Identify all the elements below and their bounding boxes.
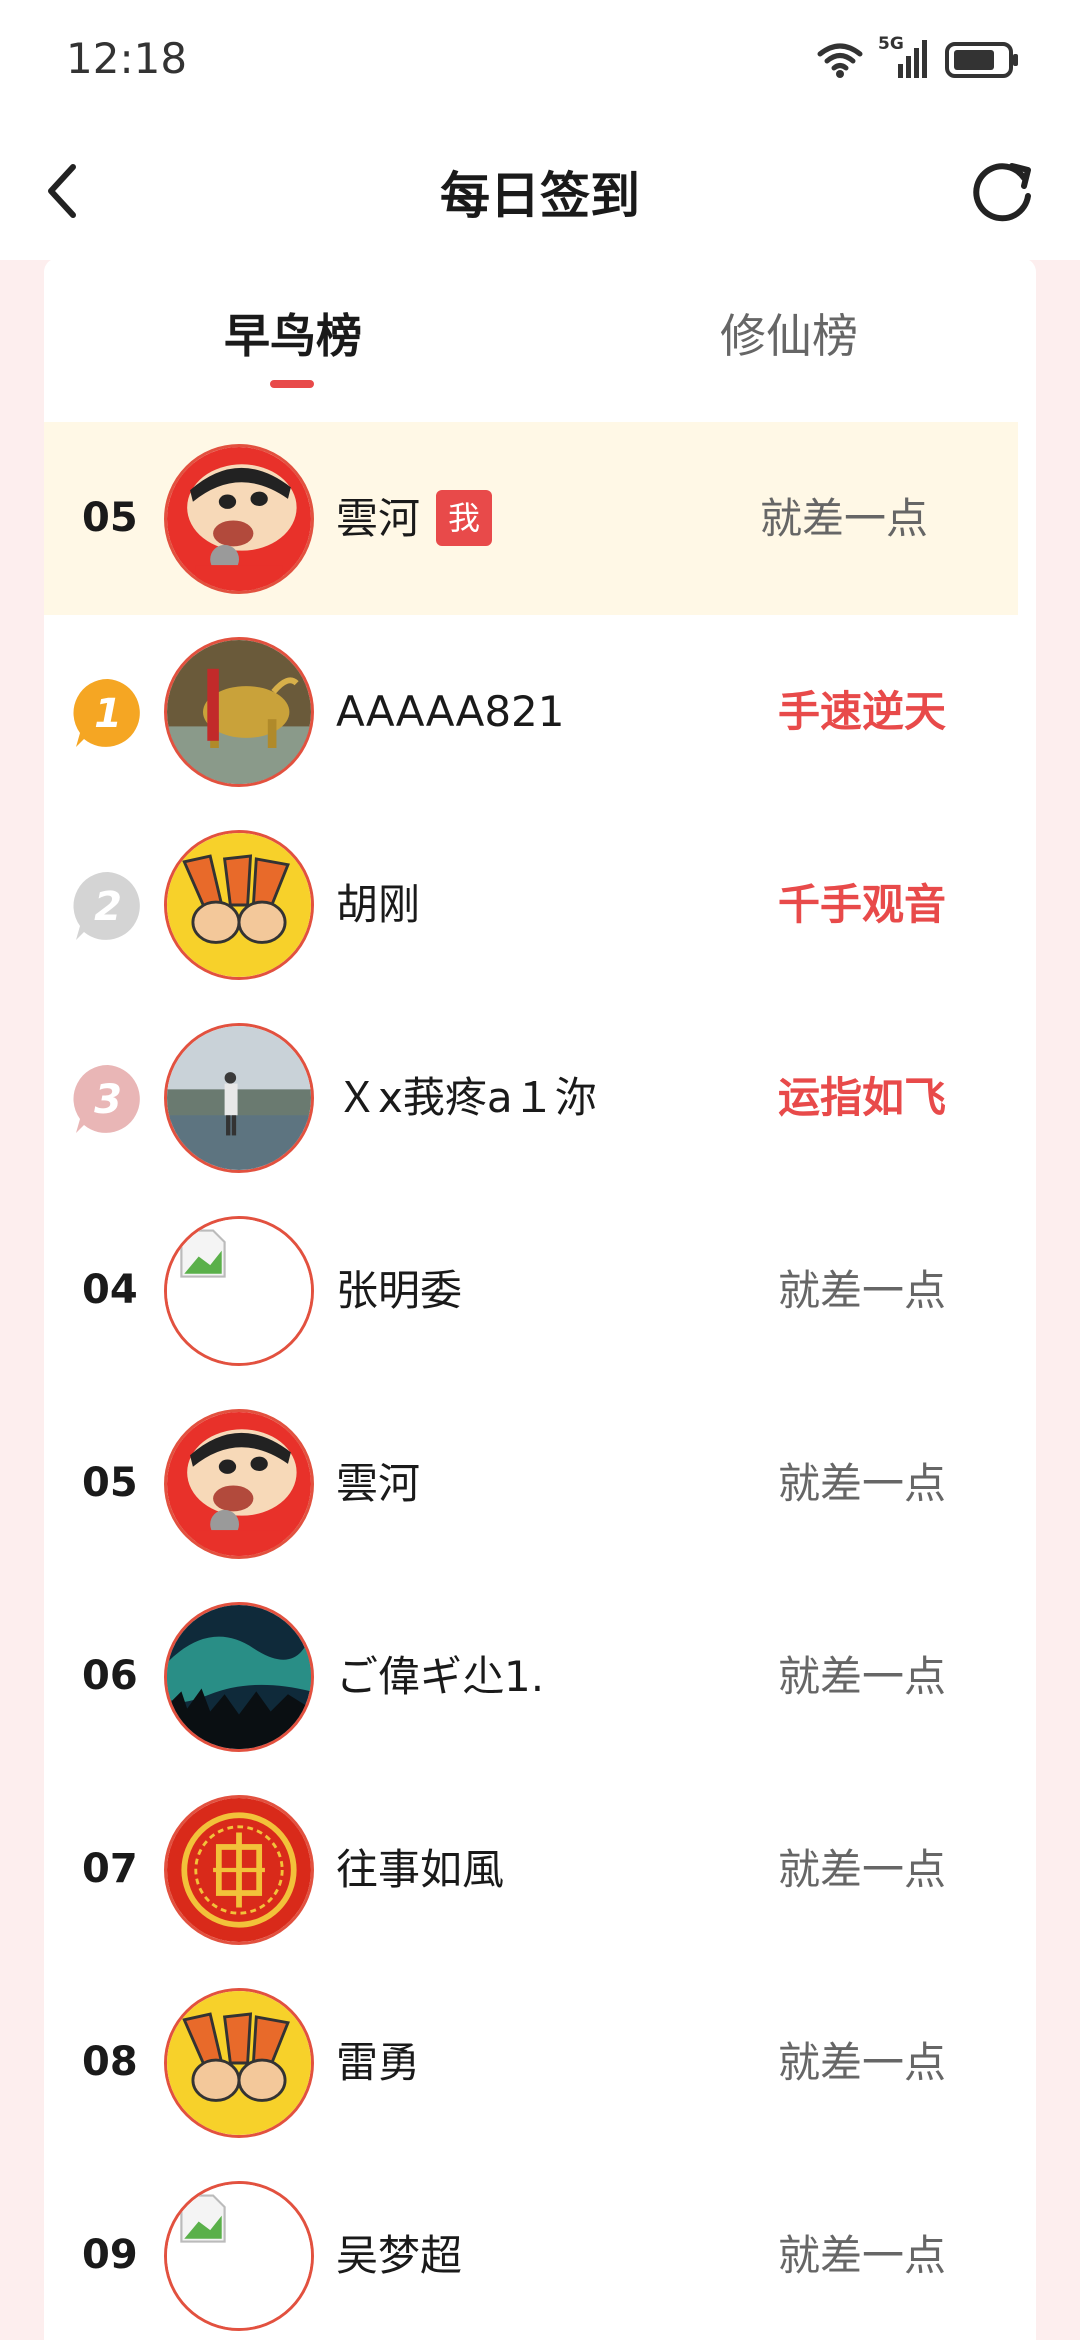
page-title: 每日签到 xyxy=(440,167,640,225)
silver-medal-2-icon: 2 xyxy=(73,871,140,940)
status-time: 12:18 xyxy=(66,34,188,83)
list-item[interactable]: 06 ご偉ギ尐1. 就差一点 xyxy=(44,1580,1036,1773)
user-name-text: 雲河 xyxy=(336,494,421,543)
user-name: 雲河我 xyxy=(336,422,493,615)
list-item[interactable]: 05 雲河 就差一点 xyxy=(44,1387,1036,1580)
lake-person-avatar[interactable] xyxy=(164,1023,314,1173)
victory-hands-avatar[interactable] xyxy=(164,1988,314,2138)
user-name: AAAAA821 xyxy=(336,687,565,736)
tab-bar: 早鸟榜 修仙榜 xyxy=(44,258,1036,408)
tab-indicator xyxy=(270,380,314,388)
status-bar: 12:18 5G xyxy=(0,0,1080,120)
cartoon-boy-avatar[interactable] xyxy=(164,444,314,594)
red-seal-avatar[interactable] xyxy=(164,1795,314,1945)
list-item[interactable]: 04 张明委 就差一点 xyxy=(44,1194,1036,1387)
status-icons: 5G xyxy=(816,34,1020,82)
battery-icon xyxy=(945,42,1018,78)
rank-number: 07 xyxy=(82,1846,138,1892)
svg-text:3: 3 xyxy=(94,1077,122,1123)
list-item[interactable]: 08 雷勇 就差一点 xyxy=(44,1966,1036,2159)
user-name: 往事如風 xyxy=(336,1845,505,1894)
list-item[interactable]: 07 往事如風 就差一点 xyxy=(44,1773,1036,1966)
user-name: ご偉ギ尐1. xyxy=(336,1652,545,1701)
svg-text:2: 2 xyxy=(94,884,122,930)
wifi-icon xyxy=(817,43,863,78)
rank-status: 就差一点 xyxy=(777,1266,946,1315)
rank-status: 就差一点 xyxy=(777,1845,946,1894)
cellular-icon: 5G xyxy=(878,34,930,82)
tab-early-bird[interactable]: 早鸟榜 xyxy=(224,300,362,366)
tab-cultivation[interactable]: 修仙榜 xyxy=(720,300,858,366)
rank-number: 04 xyxy=(82,1267,138,1313)
rank-status: 就差一点 xyxy=(777,2231,946,2280)
victory-hands-avatar[interactable] xyxy=(164,830,314,980)
user-name: 张明委 xyxy=(336,1266,463,1315)
rank-number: 05 xyxy=(82,1460,138,1506)
golden-bull-avatar[interactable] xyxy=(164,637,314,787)
rank-number: 08 xyxy=(82,2039,138,2085)
refresh-button[interactable] xyxy=(964,152,1042,230)
broken-image-avatar[interactable] xyxy=(164,2181,314,2331)
user-name: Ｘx莪疼a１沵 xyxy=(336,1073,597,1122)
user-name: 胡刚 xyxy=(336,880,421,929)
rank-status: 手速逆天 xyxy=(777,687,946,736)
refresh-icon xyxy=(973,163,1031,222)
list-item[interactable]: 3 Ｘx莪疼a１沵 运指如飞 xyxy=(44,1001,1036,1194)
list-item[interactable]: 09 吴梦超 就差一点 xyxy=(44,2159,1036,2340)
rank-status: 就差一点 xyxy=(777,1652,946,1701)
list-item[interactable]: 1 AAAAA821 手速逆天 xyxy=(44,615,1036,808)
rank-status: 千手观音 xyxy=(777,880,946,929)
ranking-list: 05 雲河我 就差一点 1 AAAAA821 手速逆天 2 胡刚 千手观音 3 … xyxy=(44,422,1036,2340)
rank-status: 就差一点 xyxy=(777,1459,946,1508)
rank-number: 09 xyxy=(82,2232,138,2278)
rank-status: 运指如飞 xyxy=(777,1073,946,1122)
gold-medal-1-icon: 1 xyxy=(73,678,140,747)
rank-number: 05 xyxy=(82,495,138,541)
aurora-avatar[interactable] xyxy=(164,1602,314,1752)
list-item[interactable]: 2 胡刚 千手观音 xyxy=(44,808,1036,1001)
user-name: 雲河 xyxy=(336,1459,421,1508)
cartoon-boy-avatar[interactable] xyxy=(164,1409,314,1559)
app-header: 每日签到 xyxy=(0,120,1080,260)
rank-status: 就差一点 xyxy=(777,2038,946,2087)
rank-status: 就差一点 xyxy=(759,494,928,543)
leaderboard-card: 早鸟榜 修仙榜 05 雲河我 就差一点 1 AAAAA821 手速逆天 2 胡刚… xyxy=(44,258,1036,2340)
bronze-medal-3-icon: 3 xyxy=(73,1064,140,1133)
my-rank-row[interactable]: 05 雲河我 就差一点 xyxy=(44,422,1018,615)
svg-text:1: 1 xyxy=(94,691,122,737)
user-name: 雷勇 xyxy=(336,2038,421,2087)
user-name: 吴梦超 xyxy=(336,2231,463,2280)
rank-number: 06 xyxy=(82,1653,138,1699)
broken-image-avatar[interactable] xyxy=(164,1216,314,1366)
me-badge: 我 xyxy=(436,489,493,546)
